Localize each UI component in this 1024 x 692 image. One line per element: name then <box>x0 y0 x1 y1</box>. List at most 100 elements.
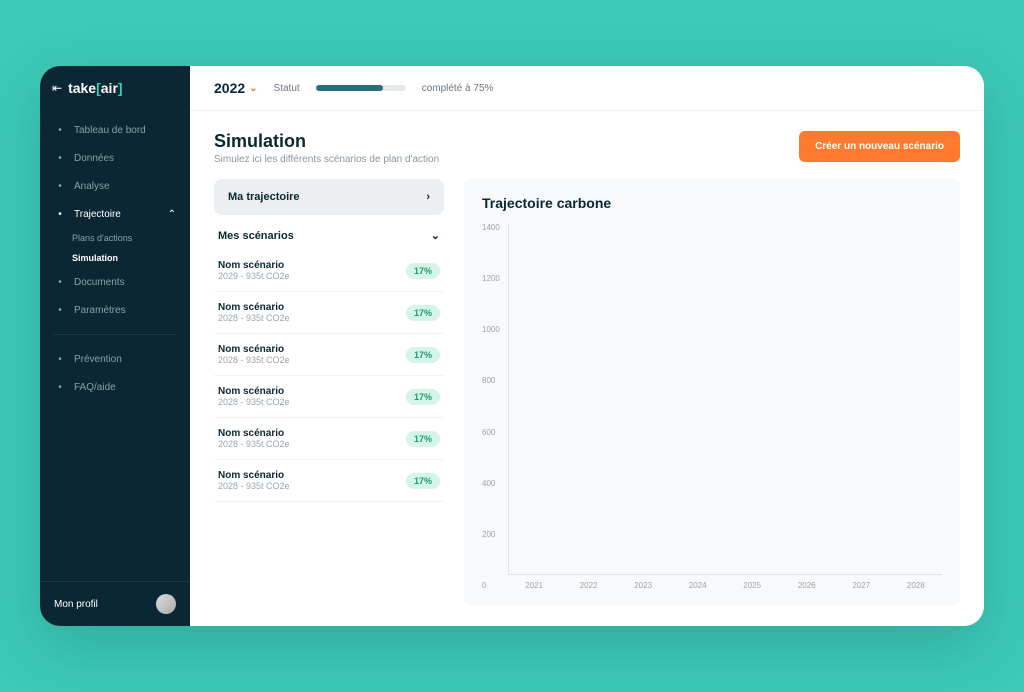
sidebar: ⇤ take[air] • Tableau de bord • Données • Ana… <box>40 66 190 626</box>
scenario-list: Nom scénario2029 - 935t CO2e17%Nom scéna… <box>214 250 444 606</box>
chevron-right-icon: › <box>426 191 430 203</box>
help-icon: • <box>54 381 66 393</box>
scenarios-header[interactable]: Mes scénarios ⌄ <box>214 215 444 250</box>
sidebar-item[interactable]: • Prévention <box>40 345 190 373</box>
trajectory-label: Ma trajectoire <box>228 191 300 203</box>
chart-body: 1400120010008006004002000 20212022202320… <box>482 223 942 590</box>
doc-icon: • <box>54 276 66 288</box>
scenario-meta: 2028 - 935t CO2e <box>218 355 290 365</box>
scenario-badge: 17% <box>406 389 440 405</box>
x-tick: 2028 <box>894 581 939 590</box>
logo-bracket2: ] <box>118 80 123 96</box>
profile-label: Mon profil <box>54 599 98 610</box>
logo-text2: air <box>101 80 118 96</box>
scenario-name: Nom scénario <box>218 302 290 313</box>
plot: 20212022202320242025202620272028 <box>508 223 942 590</box>
app-frame: ⇤ take[air] • Tableau de bord • Données • Ana… <box>40 66 984 626</box>
scenario-name: Nom scénario <box>218 428 290 439</box>
y-axis: 1400120010008006004002000 <box>482 223 508 590</box>
chart-title: Trajectoire carbone <box>482 195 942 211</box>
chart-area: Trajectoire carbone 14001200100080060040… <box>464 179 960 606</box>
scenario-badge: 17% <box>406 473 440 489</box>
x-tick: 2021 <box>512 581 557 590</box>
y-tick: 800 <box>482 376 500 385</box>
sidebar-item[interactable]: • FAQ/aide <box>40 373 190 401</box>
year-selector[interactable]: 2022 ⌄ <box>214 80 258 96</box>
sidebar-subitem[interactable]: Plans d'actions <box>72 228 190 248</box>
sidebar-item[interactable]: • Paramètres <box>40 296 190 324</box>
progress-text: complété à 75% <box>422 83 494 94</box>
avatar[interactable] <box>156 594 176 614</box>
y-tick: 600 <box>482 428 500 437</box>
scenario-badge: 17% <box>406 263 440 279</box>
rocket-icon: • <box>54 208 66 220</box>
sidebar-item-label: Données <box>74 153 114 164</box>
scenario-item[interactable]: Nom scénario2028 - 935t CO2e 17% <box>214 292 444 334</box>
sidebar-item-label: FAQ/aide <box>74 382 116 393</box>
status-label: Statut <box>274 83 300 94</box>
chart-icon: • <box>54 180 66 192</box>
chevron-down-icon: ⌄ <box>249 83 257 94</box>
scenario-badge: 17% <box>406 431 440 447</box>
x-tick: 2025 <box>730 581 775 590</box>
dashboard-icon: • <box>54 124 66 136</box>
content: Ma trajectoire › Mes scénarios ⌄ Nom scé… <box>190 179 984 626</box>
data-icon: • <box>54 152 66 164</box>
y-tick: 200 <box>482 530 500 539</box>
left-column: Ma trajectoire › Mes scénarios ⌄ Nom scé… <box>214 179 444 606</box>
nav: • Tableau de bord • Données • Analyse • Traject… <box>40 110 190 581</box>
chevron-down-icon: ⌄ <box>431 229 440 242</box>
page-subtitle: Simulez ici les différents scénarios de … <box>214 154 439 165</box>
scenario-item[interactable]: Nom scénario2028 - 935t CO2e 17% <box>214 376 444 418</box>
y-tick: 1200 <box>482 274 500 283</box>
sidebar-item-label: Documents <box>74 277 125 288</box>
scenario-name: Nom scénario <box>218 470 290 481</box>
scenario-item[interactable]: Nom scénario2028 - 935t CO2e 17% <box>214 334 444 376</box>
scenario-name: Nom scénario <box>218 386 290 397</box>
x-tick: 2024 <box>675 581 720 590</box>
scenario-meta: 2028 - 935t CO2e <box>218 313 290 323</box>
scenario-meta: 2029 - 935t CO2e <box>218 271 290 281</box>
scenario-badge: 17% <box>406 347 440 363</box>
sidebar-item-label: Trajectoire <box>74 209 121 220</box>
scenario-meta: 2028 - 935t CO2e <box>218 397 290 407</box>
x-axis: 20212022202320242025202620272028 <box>508 575 942 590</box>
page-title: Simulation <box>214 131 439 152</box>
logo: take[air] <box>68 80 123 96</box>
settings-icon: • <box>54 304 66 316</box>
sidebar-item[interactable]: • Documents <box>40 268 190 296</box>
sidebar-item-label: Tableau de bord <box>74 125 146 136</box>
scenario-badge: 17% <box>406 305 440 321</box>
scenario-name: Nom scénario <box>218 260 290 271</box>
sidebar-item-label: Prévention <box>74 354 122 365</box>
my-trajectory-card[interactable]: Ma trajectoire › <box>214 179 444 215</box>
y-tick: 1400 <box>482 223 500 232</box>
chevron-up-icon: ⌃ <box>168 209 176 220</box>
scenario-name: Nom scénario <box>218 344 290 355</box>
sidebar-item-label: Analyse <box>74 181 110 192</box>
y-tick: 1000 <box>482 325 500 334</box>
sidebar-subitem[interactable]: Simulation <box>72 248 190 268</box>
profile[interactable]: Mon profil <box>40 581 190 626</box>
create-scenario-button[interactable]: Créer un nouveau scénario <box>799 131 960 162</box>
sidebar-item[interactable]: • Données <box>40 144 190 172</box>
y-tick: 0 <box>482 581 500 590</box>
sidebar-header: ⇤ take[air] <box>40 66 190 110</box>
x-tick: 2026 <box>784 581 829 590</box>
sidebar-item[interactable]: • Analyse <box>40 172 190 200</box>
scenario-item[interactable]: Nom scénario2028 - 935t CO2e 17% <box>214 418 444 460</box>
progress-bar <box>316 85 406 91</box>
collapse-icon[interactable]: ⇤ <box>52 81 62 95</box>
sidebar-item[interactable]: • Tableau de bord <box>40 116 190 144</box>
scenario-item[interactable]: Nom scénario2028 - 935t CO2e17% <box>214 460 444 502</box>
lock-icon: • <box>54 353 66 365</box>
scenario-item[interactable]: Nom scénario2029 - 935t CO2e 17% <box>214 250 444 292</box>
x-tick: 2023 <box>621 581 666 590</box>
page-header: Simulation Simulez ici les différents sc… <box>190 111 984 179</box>
sidebar-item-label: Paramètres <box>74 305 126 316</box>
logo-text: take <box>68 80 96 96</box>
scenario-meta: 2028 - 935t CO2e <box>218 439 290 449</box>
year-value: 2022 <box>214 80 245 96</box>
sidebar-item[interactable]: • Trajectoire ⌃ <box>40 200 190 228</box>
progress-fill <box>316 85 384 91</box>
